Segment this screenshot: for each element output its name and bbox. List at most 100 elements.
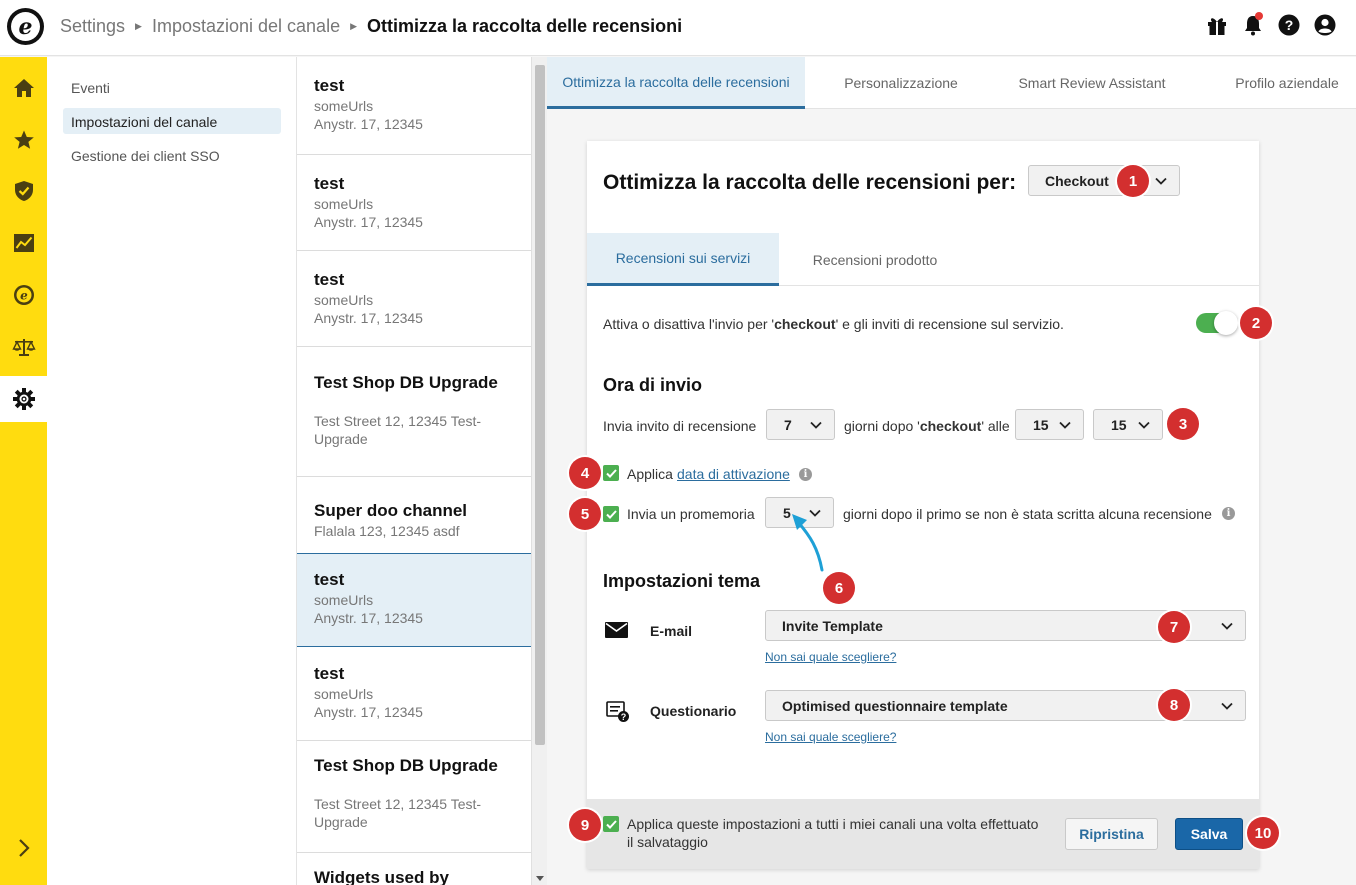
annotation-marker-6: 6 <box>823 572 855 604</box>
account-icon[interactable] <box>1314 14 1336 36</box>
apply-activation-checkbox[interactable] <box>603 465 619 481</box>
scales-icon[interactable] <box>0 324 47 370</box>
channel-address-2: Upgrade <box>314 814 368 830</box>
checkmark-icon <box>605 468 617 478</box>
channel-item[interactable]: Widgets used by <box>297 853 531 885</box>
questionnaire-label: Questionario <box>650 703 737 719</box>
channel-url: someUrls <box>314 98 374 114</box>
send-reminder-checkbox[interactable] <box>603 506 619 522</box>
expand-chevron-icon[interactable] <box>0 833 47 863</box>
notification-dot-icon <box>1255 12 1263 20</box>
channel-item[interactable]: test someUrls Anystr. 17, 12345 <box>297 647 531 741</box>
channel-item[interactable]: test someUrls Anystr. 17, 12345 <box>297 57 531 155</box>
gift-icon[interactable] <box>1206 14 1228 36</box>
email-template-value: Invite Template <box>782 617 883 634</box>
settings-tabs: Ottimizza la raccolta delle recensioni P… <box>547 57 1356 109</box>
channel-url: someUrls <box>314 686 374 702</box>
channel-address: Anystr. 17, 12345 <box>314 610 423 626</box>
event-select[interactable]: Checkout <box>1028 165 1180 196</box>
scroll-down-arrow-icon[interactable] <box>536 876 544 881</box>
channel-list: test someUrls Anystr. 17, 12345 test som… <box>297 57 531 885</box>
channel-address: Test Street 12, 12345 Test- <box>314 796 482 812</box>
tab-product-reviews[interactable]: Recensioni prodotto <box>787 233 963 286</box>
tab-customization[interactable]: Personalizzazione <box>825 57 977 109</box>
card-footer: Applica queste impostazioni a tutti i mi… <box>587 799 1259 869</box>
annotation-marker-1: 1 <box>1117 165 1149 197</box>
tab-optimize-collection[interactable]: Ottimizza la raccolta delle recensioni <box>547 57 805 109</box>
subnav-item-eventi[interactable]: Eventi <box>63 74 281 100</box>
minute-select[interactable]: 15 <box>1093 409 1163 440</box>
star-icon[interactable] <box>0 117 47 163</box>
channel-name: test <box>314 76 345 95</box>
svg-text:e: e <box>20 289 28 303</box>
service-invites-toggle[interactable] <box>1196 311 1238 335</box>
channel-address: Anystr. 17, 12345 <box>314 214 423 230</box>
reset-button[interactable]: Ripristina <box>1065 818 1158 850</box>
chart-icon[interactable] <box>0 220 47 266</box>
chevron-down-icon <box>1155 177 1167 185</box>
tab-smart-review-assistant[interactable]: Smart Review Assistant <box>1007 57 1177 109</box>
top-icons: ? <box>1206 12 1336 36</box>
toggle-description: Attiva o disattiva l'invio per 'checkout… <box>603 316 1064 332</box>
hour-select[interactable]: 15 <box>1015 409 1084 440</box>
trusted-e-icon[interactable]: e <box>0 272 47 318</box>
apply-all-channels-checkbox[interactable] <box>603 816 619 832</box>
channel-list-scrollbar[interactable] <box>531 57 547 885</box>
card-title: Ottimizza la raccolta delle recensioni p… <box>603 171 1017 194</box>
breadcrumb-channel-settings[interactable]: Impostazioni del canale <box>152 16 340 37</box>
channel-item[interactable]: Test Shop DB Upgrade Test Street 12, 123… <box>297 741 531 853</box>
annotation-marker-10: 10 <box>1247 817 1279 849</box>
subnav-item-sso-clients[interactable]: Gestione dei client SSO <box>63 142 281 168</box>
tab-company-profile[interactable]: Profilo aziendale <box>1223 57 1351 109</box>
channel-name: test <box>314 570 345 589</box>
channel-name: Widgets used by <box>314 868 449 885</box>
home-icon[interactable] <box>0 65 47 111</box>
channel-item[interactable]: Test Shop DB Upgrade Test Street 12, 123… <box>297 347 531 477</box>
channel-item[interactable]: Super doo channel Flalala 123, 12345 asd… <box>297 477 531 554</box>
channel-name: test <box>314 270 345 289</box>
channel-name: test <box>314 174 345 193</box>
help-icon[interactable]: ? <box>1278 14 1300 36</box>
days-select[interactable]: 7 <box>766 409 835 440</box>
minute-select-value: 15 <box>1111 416 1127 433</box>
channel-address: Anystr. 17, 12345 <box>314 704 423 720</box>
scrollbar-thumb[interactable] <box>535 65 545 745</box>
annotation-marker-2: 2 <box>1240 307 1272 339</box>
days-select-value: 7 <box>784 416 792 433</box>
tab-service-reviews[interactable]: Recensioni sui servizi <box>587 233 779 286</box>
email-label: E-mail <box>650 623 693 639</box>
save-button[interactable]: Salva <box>1175 818 1243 850</box>
main-content: Ottimizza la raccolta delle recensioni P… <box>547 57 1356 885</box>
annotation-marker-8: 8 <box>1158 689 1190 721</box>
top-bar: e Settings ▶ Impostazioni del canale ▶ O… <box>0 0 1356 56</box>
channel-address-2: Upgrade <box>314 431 368 447</box>
review-type-tabs: Recensioni sui servizi Recensioni prodot… <box>587 233 1259 286</box>
shield-check-icon[interactable] <box>0 168 47 214</box>
envelope-icon <box>605 622 628 638</box>
bell-icon[interactable] <box>1242 12 1264 36</box>
svg-text:?: ? <box>1285 17 1294 33</box>
channel-item[interactable]: test someUrls Anystr. 17, 12345 <box>297 155 531 251</box>
breadcrumb-settings[interactable]: Settings <box>60 16 125 37</box>
annotation-marker-4: 4 <box>569 457 601 489</box>
send-invite-label: Invia invito di recensione <box>603 418 757 434</box>
trusted-logo-icon[interactable]: e <box>7 8 44 45</box>
channel-item[interactable]: test someUrls Anystr. 17, 12345 <box>297 251 531 347</box>
chevron-down-icon <box>1221 702 1233 710</box>
activation-date-link[interactable]: data di attivazione <box>677 466 790 482</box>
gear-icon[interactable] <box>0 376 47 422</box>
info-icon[interactable]: i <box>799 468 812 481</box>
subnav-item-channel-settings[interactable]: Impostazioni del canale <box>63 108 281 134</box>
channel-name: test <box>314 664 345 683</box>
channel-address: Flalala 123, 12345 asdf <box>314 523 460 539</box>
channel-url: someUrls <box>314 196 374 212</box>
channel-item-selected[interactable]: test someUrls Anystr. 17, 12345 <box>297 553 531 647</box>
info-icon[interactable]: i <box>1222 507 1235 520</box>
chevron-down-icon <box>1221 622 1233 630</box>
reminder-description: giorni dopo il primo se non è stata scri… <box>843 506 1212 522</box>
breadcrumb-separator-icon: ▶ <box>135 21 142 31</box>
questionnaire-help-link[interactable]: Non sai quale scegliere? <box>765 730 896 744</box>
email-help-link[interactable]: Non sai quale scegliere? <box>765 650 896 664</box>
questionnaire-icon: ? <box>606 701 629 722</box>
toggle-knob <box>1214 311 1238 335</box>
